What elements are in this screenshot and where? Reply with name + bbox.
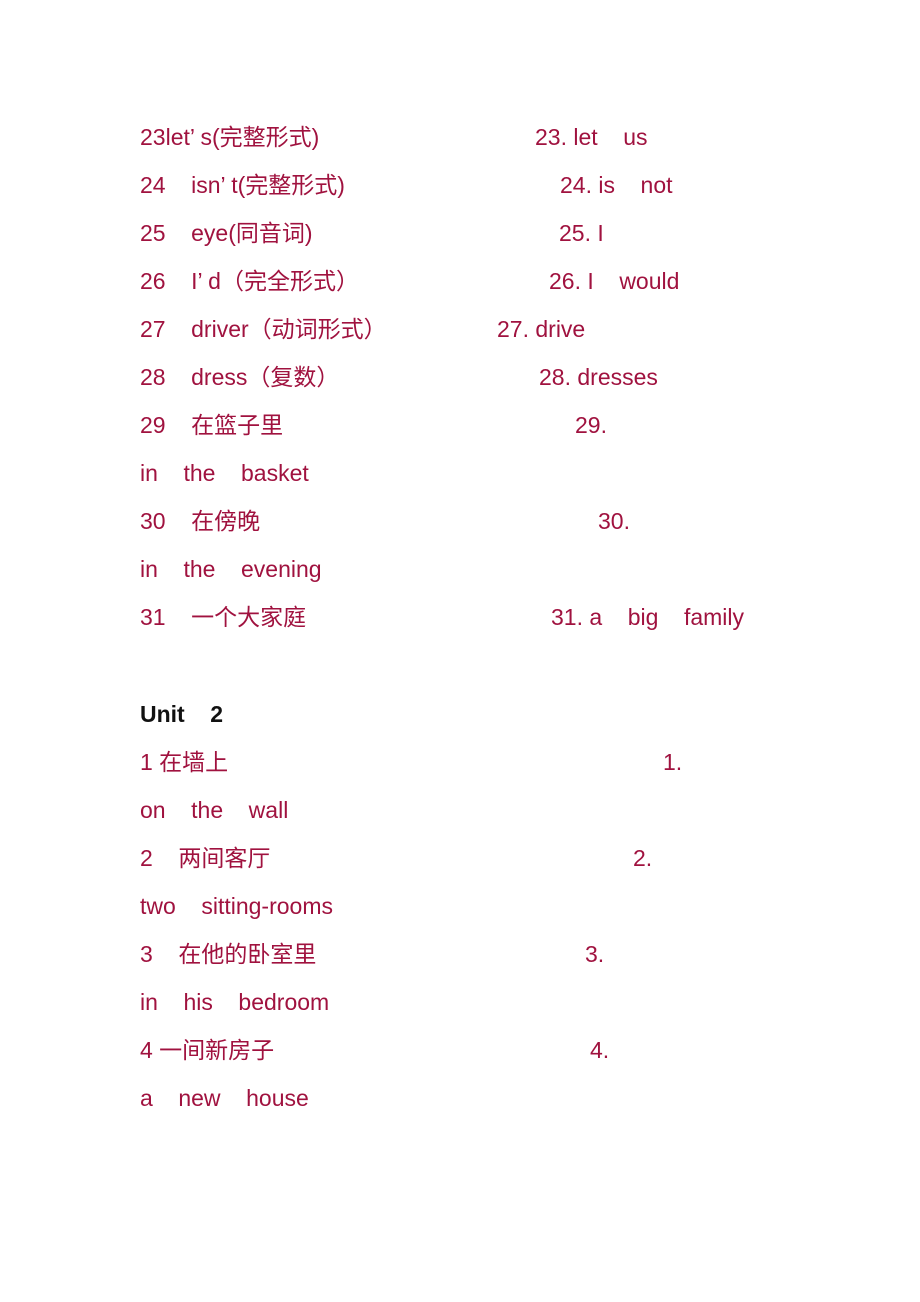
unit2-item-3-answer-text: in his bedroom xyxy=(140,989,330,1015)
unit2-item-3-prompt: 3 在他的卧室里 xyxy=(140,941,317,967)
unit2-item-4-answer: 4. xyxy=(590,1037,610,1063)
item-24-answer: 24. is not xyxy=(560,172,673,198)
item-28-prompt: 28 dress（复数） xyxy=(140,364,340,390)
item-27-answer: 27. drive xyxy=(497,316,586,342)
item-26-answer: 26. I would xyxy=(549,268,680,294)
item-25-answer: 25. I xyxy=(559,220,604,246)
unit2-item-3-answer: 3. xyxy=(585,941,605,967)
item-29-answer: 29. xyxy=(575,412,607,438)
item-27-prompt: 27 driver（动词形式） xyxy=(140,316,387,342)
item-24-prompt: 24 isn’ t(完整形式) xyxy=(140,172,345,198)
item-29-answer-text: in the basket xyxy=(140,460,309,486)
item-30-prompt: 30 在傍晚 xyxy=(140,508,261,534)
item-30-answer: 30. xyxy=(598,508,630,534)
item-25-prompt: 25 eye(同音词) xyxy=(140,220,313,246)
item-28-answer: 28. dresses xyxy=(539,364,658,390)
unit2-item-2-prompt: 2 两间客厅 xyxy=(140,845,271,871)
unit2-item-1-answer-text: on the wall xyxy=(140,797,289,823)
unit2-item-2-answer: 2. xyxy=(633,845,653,871)
unit2-item-2-answer-text: two sitting-rooms xyxy=(140,893,333,919)
item-23-prompt: 23let’ s(完整形式) xyxy=(140,124,320,150)
unit2-item-1-prompt: 1 在墙上 xyxy=(140,749,229,775)
item-30-answer-text: in the evening xyxy=(140,556,322,582)
item-26-prompt: 26 I’ d（完全形式） xyxy=(140,268,359,294)
unit2-item-4-prompt: 4 一间新房子 xyxy=(140,1037,275,1063)
unit2-item-4-answer-text: a new house xyxy=(140,1085,309,1111)
item-23-answer: 23. let us xyxy=(535,124,648,150)
item-31-prompt: 31 一个大家庭 xyxy=(140,604,307,630)
item-31-answer: 31. a big family xyxy=(551,604,745,630)
item-29-prompt: 29 在篮子里 xyxy=(140,412,284,438)
unit-2-heading: Unit 2 xyxy=(140,701,224,727)
unit2-item-1-answer: 1. xyxy=(663,749,683,775)
document-page: 23let’ s(完整形式) 23. let us 24 isn’ t(完整形式… xyxy=(0,0,920,1302)
